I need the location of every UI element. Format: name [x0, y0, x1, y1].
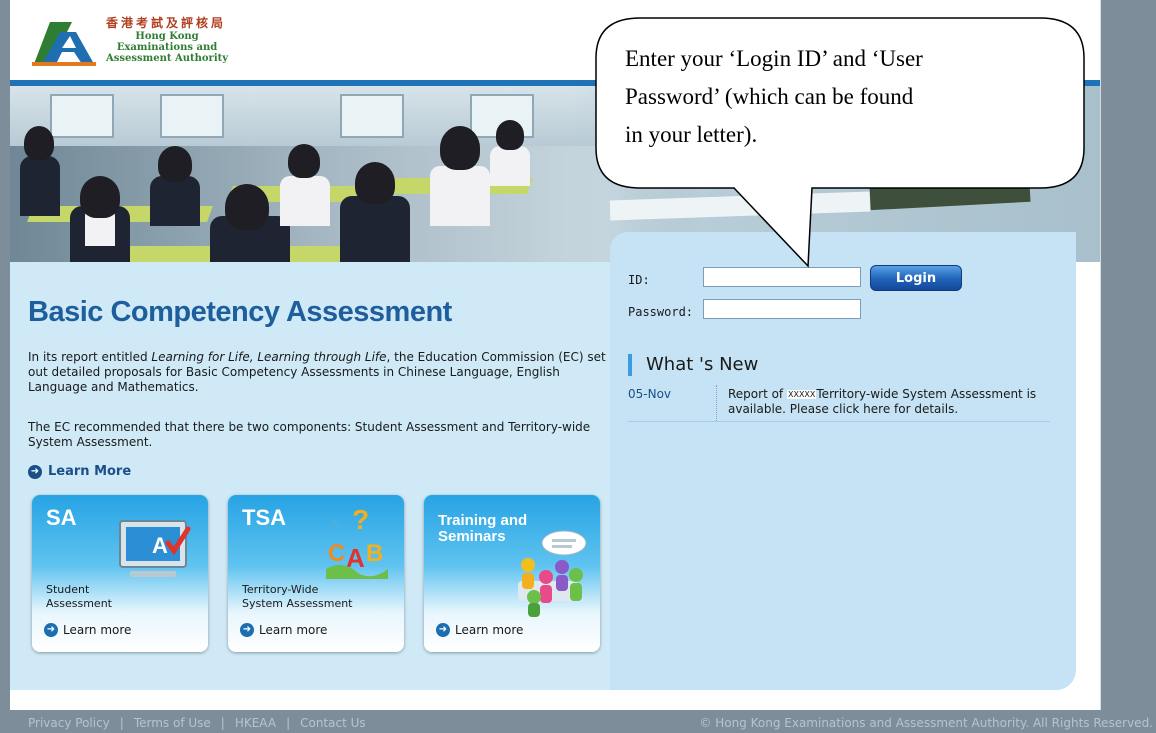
- callout-line-3: in your letter).: [625, 122, 758, 147]
- page-title: Basic Competency Assessment: [28, 296, 452, 328]
- login-id-input[interactable]: [703, 267, 861, 287]
- callout-line-2: Password’ (which can be found: [625, 84, 914, 109]
- id-label: ID:: [628, 273, 650, 287]
- news-date: 05-Nov: [628, 387, 672, 401]
- footer-separator: |: [286, 716, 291, 730]
- tsa-card-subtitle: Territory-Wide System Assessment: [242, 583, 353, 610]
- computer-monitor-icon: A: [119, 520, 191, 577]
- tsa-card[interactable]: TSA + ? C A B Territory-Wide System Asses…: [228, 495, 404, 652]
- training-seminars-card[interactable]: Training and Seminars ➜ Learn more: [424, 495, 600, 652]
- arrow-right-icon: ➜: [28, 464, 42, 479]
- intro-paragraph: In its report entitled Learning for Life…: [28, 350, 606, 394]
- svg-text:B: B: [366, 540, 383, 567]
- login-button[interactable]: Login: [870, 265, 962, 291]
- footer-links: Privacy Policy | Terms of Use | HKEAA | …: [28, 716, 366, 730]
- tsa-learn-more-link[interactable]: ➜ Learn more: [240, 623, 327, 637]
- logo-english-line-1: Hong Kong: [135, 31, 199, 42]
- password-label: Password:: [628, 305, 694, 319]
- arrow-right-icon: ➜: [44, 623, 58, 637]
- callout-text: Enter your ‘Login ID’ and ‘User Password…: [625, 40, 1075, 154]
- learn-more-label: Learn More: [48, 464, 132, 479]
- logo-text: 香港考試及評核局 Hong Kong Examinations and Asse…: [106, 16, 229, 64]
- sa-card-title: SA: [46, 505, 77, 530]
- hkeaa-logo-icon[interactable]: [32, 18, 98, 68]
- logo-english-line-3: Assessment Authority: [106, 53, 229, 64]
- left-frame-strip: [0, 0, 10, 710]
- privacy-policy-link[interactable]: Privacy Policy: [28, 716, 110, 730]
- whats-new-heading: What 's New: [628, 354, 758, 376]
- report-title: Learning for Life, Learning through Life: [151, 350, 387, 364]
- arrow-right-icon: ➜: [240, 623, 254, 637]
- news-separator: [628, 421, 1050, 422]
- footer-separator: |: [119, 716, 124, 730]
- callout-line-1: Enter your ‘Login ID’ and ‘User: [625, 46, 923, 71]
- people-discussion-icon: [518, 530, 587, 617]
- copyright-notice: © Hong Kong Examinations and Assessment …: [699, 716, 1153, 730]
- terms-of-use-link[interactable]: Terms of Use: [134, 716, 211, 730]
- footer-separator: |: [220, 716, 225, 730]
- sa-learn-more-link[interactable]: ➜ Learn more: [44, 623, 131, 637]
- hkeaa-link[interactable]: HKEAA: [235, 716, 276, 730]
- svg-text:C: C: [328, 540, 345, 567]
- svg-text:?: ?: [352, 504, 369, 535]
- logo-english-line-2: Examinations and: [116, 42, 218, 53]
- site-footer: Privacy Policy | Terms of Use | HKEAA | …: [0, 710, 1156, 733]
- sa-card[interactable]: SA A Student Assessment ➜ Learn more: [32, 495, 208, 652]
- sa-card-subtitle: Student Assessment: [46, 583, 112, 610]
- svg-text:+: +: [328, 512, 342, 539]
- masked-year: XXXXX: [786, 390, 817, 399]
- arrow-right-icon: ➜: [436, 623, 450, 637]
- svg-text:A: A: [152, 533, 168, 558]
- tsa-card-title: TSA: [242, 505, 286, 530]
- training-learn-more-link[interactable]: ➜ Learn more: [436, 623, 523, 637]
- abc-blocks-icon: + ? C A B: [326, 504, 388, 579]
- password-input[interactable]: [703, 299, 861, 319]
- components-paragraph: The EC recommended that there be two com…: [28, 420, 591, 449]
- news-divider: [716, 385, 718, 421]
- logo-chinese-name: 香港考試及評核局: [106, 16, 227, 30]
- contact-us-link[interactable]: Contact Us: [300, 716, 366, 730]
- learn-more-link[interactable]: ➜ Learn More: [28, 464, 131, 479]
- news-item-link[interactable]: Report of XXXXXTerritory-wide System Ass…: [728, 387, 1058, 417]
